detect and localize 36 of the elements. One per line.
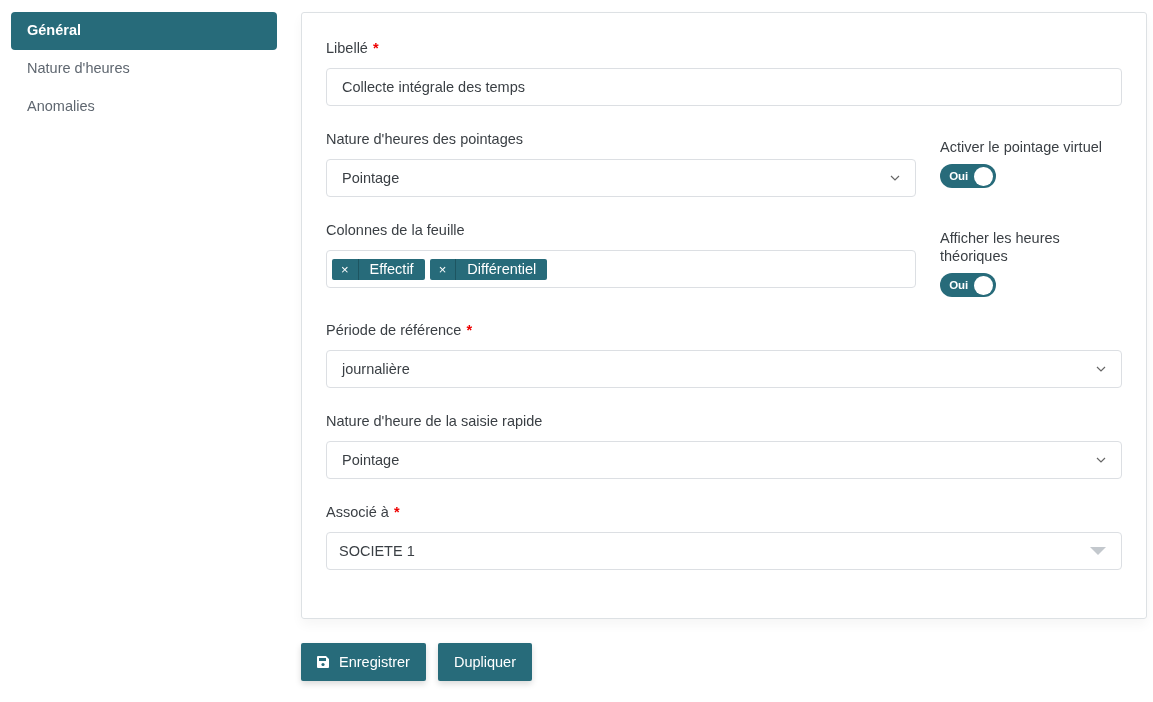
select-field[interactable]: journalière (326, 350, 1122, 388)
select-field[interactable]: Pointage (326, 441, 1122, 479)
required-mark: * (393, 503, 400, 521)
save-button[interactable]: Enregistrer (301, 643, 426, 681)
caret-down-icon (1090, 547, 1106, 555)
toggle-label: Afficher les heures théoriques (940, 229, 1061, 265)
sidebar-item[interactable]: Anomalies (11, 88, 277, 126)
field-label: Associé à (326, 503, 389, 521)
required-mark: * (466, 321, 473, 339)
toggle-label: Activer le pointage virtuel (940, 138, 1103, 156)
select-value: Pointage (342, 452, 401, 468)
field-label: Libellé (326, 39, 368, 57)
field-label: Colonnes de la feuille (326, 221, 465, 239)
remove-tag-button[interactable]: × (429, 258, 457, 280)
field-label: Période de référence (326, 321, 462, 339)
toggle-switch[interactable]: Oui (940, 273, 996, 297)
remove-tag-button[interactable]: × (332, 258, 359, 280)
sidebar-item[interactable]: Nature d'heures (11, 50, 277, 88)
chevron-down-icon (1096, 366, 1106, 372)
chevron-down-icon (1096, 457, 1106, 463)
field-label: Nature d'heure de la saisie rapide (326, 412, 543, 430)
chevron-down-icon (890, 175, 900, 181)
dropdown-value: SOCIETE 1 (339, 543, 416, 559)
toggle-switch[interactable]: Oui (940, 164, 996, 188)
select-value: Pointage (342, 170, 401, 186)
select-field[interactable]: Pointage (326, 159, 916, 197)
text-field[interactable]: Collecte intégrale des temps (326, 68, 1122, 106)
sidebar-item[interactable]: Général (11, 12, 277, 50)
duplicate-button[interactable]: Dupliquer (437, 643, 532, 681)
multiselect-field[interactable]: × Effectif × Différentiel (326, 250, 916, 288)
required-mark: * (372, 39, 379, 57)
dropdown-field[interactable]: SOCIETE 1 (326, 532, 1122, 570)
select-value: journalière (342, 361, 411, 377)
field-label: Nature d'heures des pointages (326, 130, 524, 148)
tag-label: Différentiel (466, 261, 538, 277)
tag-label: Effectif (368, 261, 415, 277)
